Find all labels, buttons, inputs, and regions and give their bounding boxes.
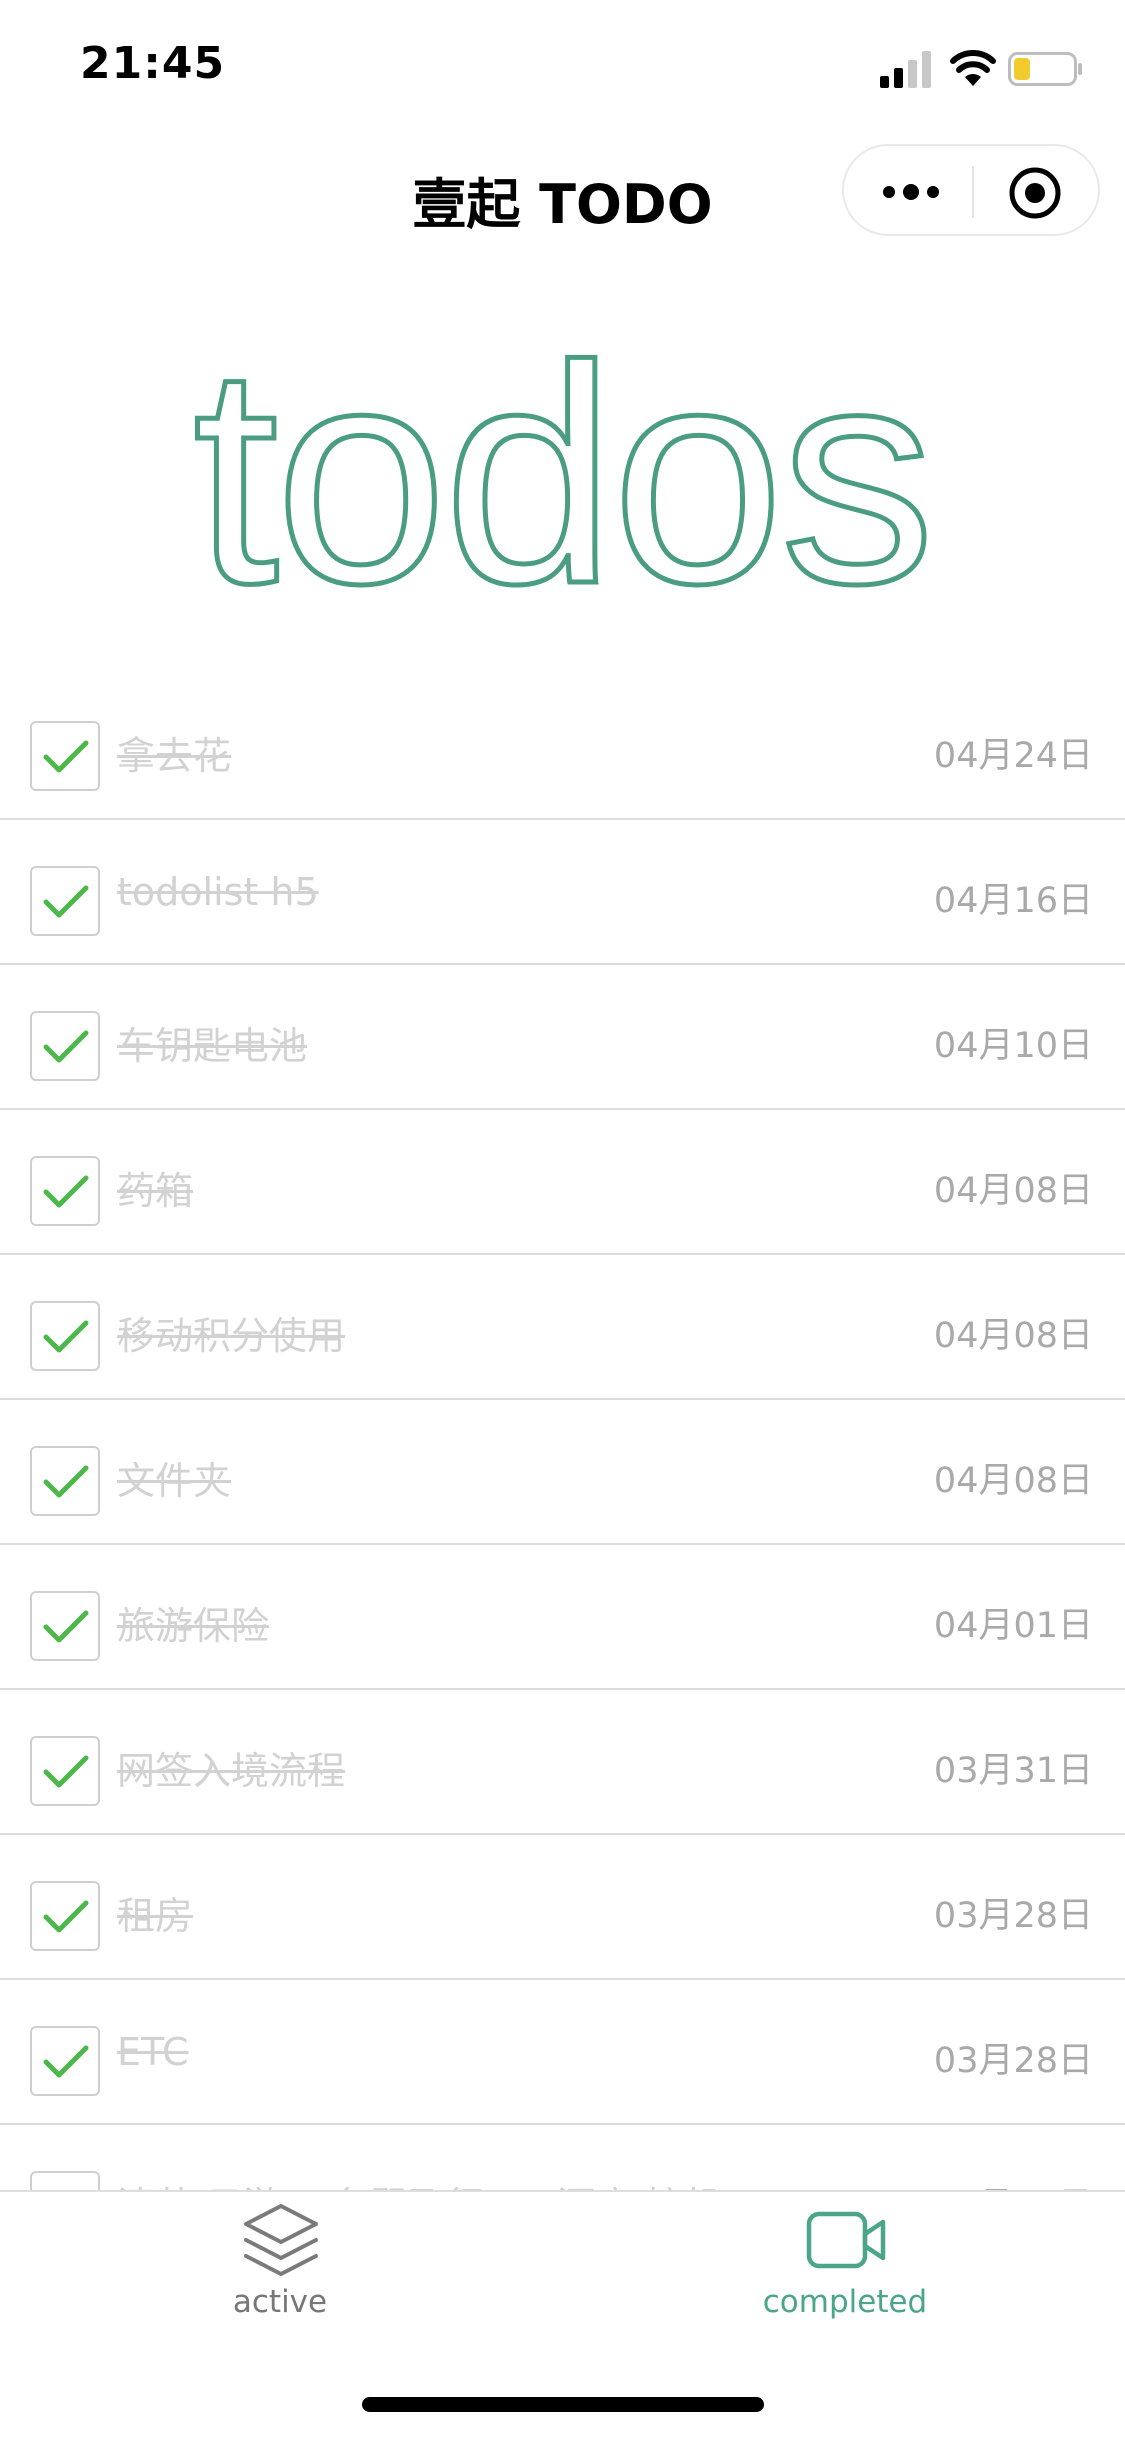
todo-checkbox[interactable] — [30, 1881, 100, 1951]
todo-title: ETC — [117, 2030, 189, 2074]
check-icon — [43, 740, 89, 773]
todo-item[interactable]: 车钥匙电池 04月10日 — [0, 965, 1125, 1110]
todo-title: 药箱 — [117, 1169, 194, 1213]
todo-checkbox[interactable] — [30, 1156, 100, 1226]
todo-item[interactable]: todolist h5 04月16日 — [0, 820, 1125, 965]
todo-item[interactable]: 网签入境流程 03月31日 — [0, 1690, 1125, 1835]
todo-checkbox[interactable] — [30, 721, 100, 791]
wifi-icon — [950, 50, 996, 86]
check-icon — [43, 1320, 89, 1353]
close-target-icon[interactable] — [1008, 166, 1062, 220]
todo-date: 03月28日 — [934, 2177, 1093, 2190]
check-icon — [43, 1175, 89, 1208]
todo-date: 04月16日 — [933, 881, 1093, 921]
todo-title: 移动积分使用 — [117, 1314, 346, 1358]
check-icon — [43, 1755, 89, 1788]
todo-title: todolist h5 — [117, 870, 319, 914]
todo-title: 车钥匙电池 — [117, 1024, 308, 1068]
capsule-divider — [972, 166, 974, 218]
todo-date: 03月28日 — [933, 1896, 1093, 1936]
tab-active[interactable]: active — [130, 2192, 430, 2352]
video-camera-icon — [806, 2211, 886, 2269]
todo-list: 拿去花 04月24日 todolist h5 04月16日车钥匙电池 04月10日药箱 0… — [0, 675, 1125, 2190]
todo-item[interactable]: 租房 03月28日 — [0, 1835, 1125, 1980]
check-icon — [43, 1465, 89, 1498]
todo-item[interactable]: 旅游保险 04月01日 — [0, 1545, 1125, 1690]
tab-active-label: active — [232, 2284, 328, 2320]
check-icon — [43, 2045, 89, 2078]
todo-checkbox[interactable] — [30, 2026, 100, 2096]
todo-date: 04月08日 — [933, 1316, 1093, 1356]
more-icon[interactable] — [880, 172, 942, 212]
todo-title: 网签入境流程 — [117, 1749, 346, 1793]
check-icon — [43, 885, 89, 918]
todo-item[interactable]: 文件夹 04月08日 — [0, 1400, 1125, 1545]
todo-date: 04月24日 — [933, 736, 1093, 776]
logo-text: todos — [193, 301, 931, 630]
tab-completed[interactable]: completed — [695, 2192, 995, 2352]
todo-item[interactable]: 药箱 04月08日 — [0, 1110, 1125, 1255]
mini-program-capsule — [842, 144, 1100, 236]
todo-title: 旅游保险 — [117, 1604, 270, 1648]
battery-icon — [1008, 52, 1082, 86]
todo-date: 03月31日 — [933, 1751, 1093, 1791]
todo-title: 清茶 日游/三条翠飞行/4.7酒店/接机 — [117, 2175, 722, 2190]
status-time: 21:45 — [80, 38, 226, 89]
check-icon — [43, 1030, 89, 1063]
nav-bar: 壹起 TODO — [0, 130, 1125, 260]
todo-item[interactable]: ETC 03月28日 — [0, 1980, 1125, 2125]
todo-checkbox[interactable] — [30, 1446, 100, 1516]
todo-checkbox[interactable] — [30, 866, 100, 936]
todo-date: 04月08日 — [933, 1461, 1093, 1501]
cellular-signal-icon — [880, 51, 931, 88]
todo-date: 03月28日 — [933, 2041, 1093, 2081]
todo-item[interactable]: 拿去花 04月24日 — [0, 675, 1125, 820]
status-bar: 21:45 — [0, 0, 1125, 130]
todo-title: 文件夹 — [117, 1459, 232, 1503]
tab-completed-label: completed — [762, 2284, 928, 2320]
todo-checkbox[interactable] — [30, 2171, 100, 2190]
todo-date: 04月01日 — [933, 1606, 1093, 1646]
todo-title: 拿去花 — [117, 734, 232, 778]
todo-checkbox[interactable] — [30, 1011, 100, 1081]
check-icon — [43, 1900, 89, 1933]
check-icon — [43, 1610, 89, 1643]
todo-item[interactable]: 清茶 日游/三条翠飞行/4.7酒店/接机 03月28日 — [0, 2125, 1125, 2190]
todos-logo: todos — [190, 300, 937, 630]
todo-item[interactable]: 移动积分使用 04月08日 — [0, 1255, 1125, 1400]
todo-date: 04月10日 — [933, 1026, 1093, 1066]
todo-checkbox[interactable] — [30, 1736, 100, 1806]
todo-date: 04月08日 — [933, 1171, 1093, 1211]
layers-icon — [244, 2204, 318, 2276]
todo-title: 租房 — [117, 1894, 194, 1938]
todo-checkbox[interactable] — [30, 1591, 100, 1661]
todo-checkbox[interactable] — [30, 1301, 100, 1371]
home-indicator — [362, 2397, 764, 2412]
